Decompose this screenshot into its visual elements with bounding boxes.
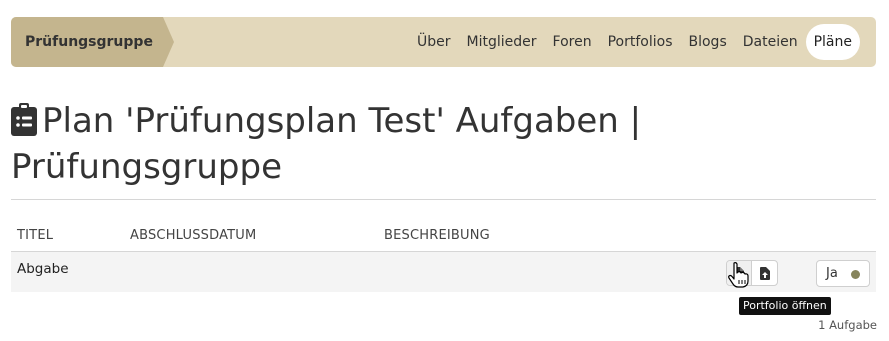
tooltip: Portfolio öffnen [739,297,831,315]
group-title-tab[interactable]: Prüfungsgruppe [11,17,174,67]
completion-status-toggle[interactable]: Ja [816,260,870,287]
status-label: Ja [826,266,838,281]
task-title: Abgabe [17,261,69,277]
hand-cursor-icon [728,262,750,292]
upload-file-button[interactable] [752,261,777,285]
nav-item-mitglieder[interactable]: Mitglieder [459,24,545,60]
heading-divider [11,199,876,200]
column-header-abschlussdatum: ABSCHLUSSDATUM [130,228,257,243]
nav-item-dateien[interactable]: Dateien [735,24,806,60]
group-nav-bar: Prüfungsgruppe Über Mitglieder Foren Por… [11,17,876,67]
column-header-beschreibung: BESCHREIBUNG [384,228,490,243]
nav-item-blogs[interactable]: Blogs [681,24,735,60]
clipboard-list-icon [11,103,37,146]
nav-item-uber[interactable]: Über [409,24,459,60]
column-header-titel: TITEL [17,228,54,243]
nav-item-foren[interactable]: Foren [545,24,600,60]
task-count: 1 Aufgabe [818,318,877,332]
file-upload-icon [759,266,770,280]
group-nav-links: Über Mitglieder Foren Portfolios Blogs D… [409,17,860,67]
nav-item-portfolios[interactable]: Portfolios [600,24,681,60]
group-title: Prüfungsgruppe [25,34,153,50]
page-title: Plan 'Prüfungsplan Test' Aufgaben | Prüf… [11,100,751,188]
page-title-text: Plan 'Prüfungsplan Test' Aufgaben | Prüf… [11,101,642,187]
nav-item-plaene[interactable]: Pläne [805,24,860,60]
status-dot [851,270,860,279]
